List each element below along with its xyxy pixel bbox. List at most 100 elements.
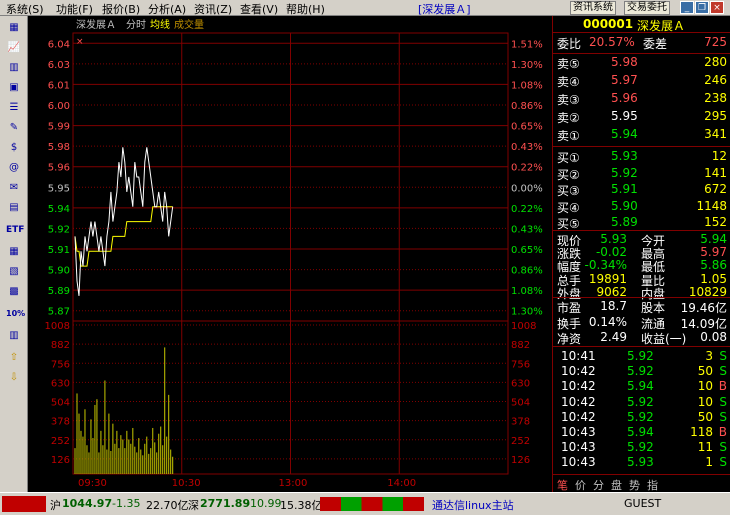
fin-value: 19.46亿 xyxy=(680,301,727,315)
price-tick-label: 5.89 xyxy=(48,286,70,297)
server-name[interactable]: 通达信linux主站 xyxy=(432,497,514,513)
list-icon[interactable]: ☰ xyxy=(6,100,22,116)
stat-value: -0.34% xyxy=(584,258,627,273)
quote-row: 净资 2.49 收益(一) 0.08 xyxy=(557,330,727,347)
fin-label: 收益(一) xyxy=(641,332,687,346)
fin-label: 股本 xyxy=(641,301,666,315)
sell-level-label: 卖⑤ xyxy=(557,57,580,71)
buy-level-label: 买② xyxy=(557,167,580,182)
alert-indicator[interactable] xyxy=(2,496,46,512)
monitor-icon[interactable]: ▩ xyxy=(6,284,22,300)
arrow-up-icon[interactable]: ⇧ xyxy=(6,350,22,366)
pct-tick-label: 0.65% xyxy=(511,122,543,133)
tick-price: 5.93 xyxy=(627,455,654,470)
tick-side: B xyxy=(718,425,727,439)
menu-function[interactable]: 功能(F) xyxy=(56,1,93,17)
stat-value: -0.02 xyxy=(595,245,627,260)
volume-tick-label-right: 126 xyxy=(511,455,530,466)
trade-button[interactable]: 交易委托 xyxy=(624,1,670,15)
sz-index: 2771.89 xyxy=(200,497,251,510)
line-chart-icon[interactable]: 📈 xyxy=(6,40,22,56)
tab-price[interactable]: 价 xyxy=(575,477,586,493)
report-icon[interactable]: ▤ xyxy=(6,200,22,216)
sell-volume: 341 xyxy=(704,127,727,141)
quote-row: 卖⑤ 5.98 280 xyxy=(557,55,727,72)
buy-price: 5.93 xyxy=(611,149,638,163)
volume-tick-label-right: 504 xyxy=(511,398,530,409)
pct-tick-label: 0.43% xyxy=(511,142,543,153)
tick-volume: 50 xyxy=(697,409,713,424)
pct-tick-label: 0.00% xyxy=(511,183,543,194)
tick-volume: 1 xyxy=(705,455,713,470)
sell-level-label: 卖② xyxy=(557,111,580,125)
price-tick-label: 5.94 xyxy=(48,204,70,215)
pct-tick-label: 0.86% xyxy=(511,266,543,277)
arrow-down-icon[interactable]: ⇩ xyxy=(6,370,22,386)
buy-level-label: 买③ xyxy=(557,184,580,198)
price-tick-label: 5.87 xyxy=(48,307,70,318)
volume-tick-label: 504 xyxy=(51,398,70,409)
chart-vol-label: 成交量 xyxy=(174,18,204,31)
window-title: [深发展Ａ] xyxy=(418,3,471,16)
tab-trend[interactable]: 势 xyxy=(629,477,640,493)
tab-minute[interactable]: 分 xyxy=(593,477,604,493)
sell-price: 5.96 xyxy=(611,91,638,105)
user-name: GUEST xyxy=(624,497,662,510)
quote-panel: 000001 深发展Ａ 委比 20.57% 委差 725 卖⑤ 5.98 280 卖④… xyxy=(552,16,730,492)
price-tick-label: 6.03 xyxy=(48,60,70,71)
stock-name: 深发展Ａ xyxy=(637,19,686,33)
percent-icon[interactable]: 10% xyxy=(6,306,25,322)
sell-price: 5.98 xyxy=(611,55,638,69)
fin-value: 18.7 xyxy=(600,299,627,313)
stat-value: 5.97 xyxy=(700,245,727,260)
grid-icon[interactable]: ▦ xyxy=(6,244,22,260)
restore-icon[interactable]: ❐ xyxy=(695,1,709,14)
tab-trades[interactable]: 笔 xyxy=(557,477,568,493)
menu-quote[interactable]: 报价(B) xyxy=(102,1,140,17)
tick-time: 10:42 xyxy=(561,379,596,394)
menu-view[interactable]: 查看(V) xyxy=(240,1,278,17)
quote-table-icon[interactable]: ▦ xyxy=(6,20,22,36)
note-icon[interactable]: ✎ xyxy=(6,120,22,136)
tick-side: S xyxy=(719,394,727,409)
tick-time: 10:43 xyxy=(561,440,596,455)
menu-analysis[interactable]: 分析(A) xyxy=(148,1,186,17)
sz-label: 深 xyxy=(188,499,199,512)
info-system-button[interactable]: 资讯系统 xyxy=(570,1,616,15)
tab-index[interactable]: 指 xyxy=(647,477,658,493)
menu-system[interactable]: 系统(S) xyxy=(6,1,44,17)
volume-tick-label-right: 252 xyxy=(511,436,530,447)
tick-side: S xyxy=(719,364,727,379)
tick-price: 5.92 xyxy=(627,364,654,379)
money-icon[interactable]: $ xyxy=(6,140,22,156)
tick-volume: 10 xyxy=(697,394,713,409)
close-icon[interactable]: × xyxy=(710,1,724,14)
sell-volume: 280 xyxy=(704,55,727,69)
tick-price: 5.94 xyxy=(627,379,654,394)
web-icon[interactable]: @ xyxy=(6,160,22,176)
time-axis-label: 10:30 xyxy=(172,478,201,489)
minimize-icon[interactable]: _ xyxy=(680,1,694,14)
kline-icon[interactable]: ▥ xyxy=(6,60,22,76)
menu-info[interactable]: 资讯(Z) xyxy=(194,1,232,17)
volume-tick-label: 756 xyxy=(51,359,70,370)
sz-amount: 15.38亿 xyxy=(280,499,323,512)
compare-icon[interactable]: ▧ xyxy=(6,264,22,280)
fin-value: 0.08 xyxy=(700,330,727,344)
news-icon[interactable]: ✉ xyxy=(6,180,22,196)
wd-value: 725 xyxy=(704,35,727,49)
chart-stock-name: 深发展Ａ xyxy=(76,18,116,31)
volume-tick-label: 252 xyxy=(51,436,70,447)
tab-book[interactable]: 盘 xyxy=(611,477,622,493)
price-tick-label: 5.95 xyxy=(48,183,70,194)
window-icon[interactable]: ▣ xyxy=(6,80,22,96)
etf-icon[interactable]: ETF xyxy=(6,222,24,238)
quote-row: 卖③ 5.96 238 xyxy=(557,91,727,108)
settings-icon[interactable]: ▥ xyxy=(6,328,22,344)
fin-label: 流通 xyxy=(641,316,666,331)
menu-help[interactable]: 帮助(H) xyxy=(286,1,325,17)
intraday-chart[interactable]: 6.04 1.51% 6.03 1.30% 6.01 1.08% 6.00 0.86% 5.99… xyxy=(28,16,552,492)
tick-price: 5.92 xyxy=(627,409,654,424)
chart-mode: 分时 xyxy=(126,19,146,31)
fin-value: 14.09亿 xyxy=(680,316,727,331)
